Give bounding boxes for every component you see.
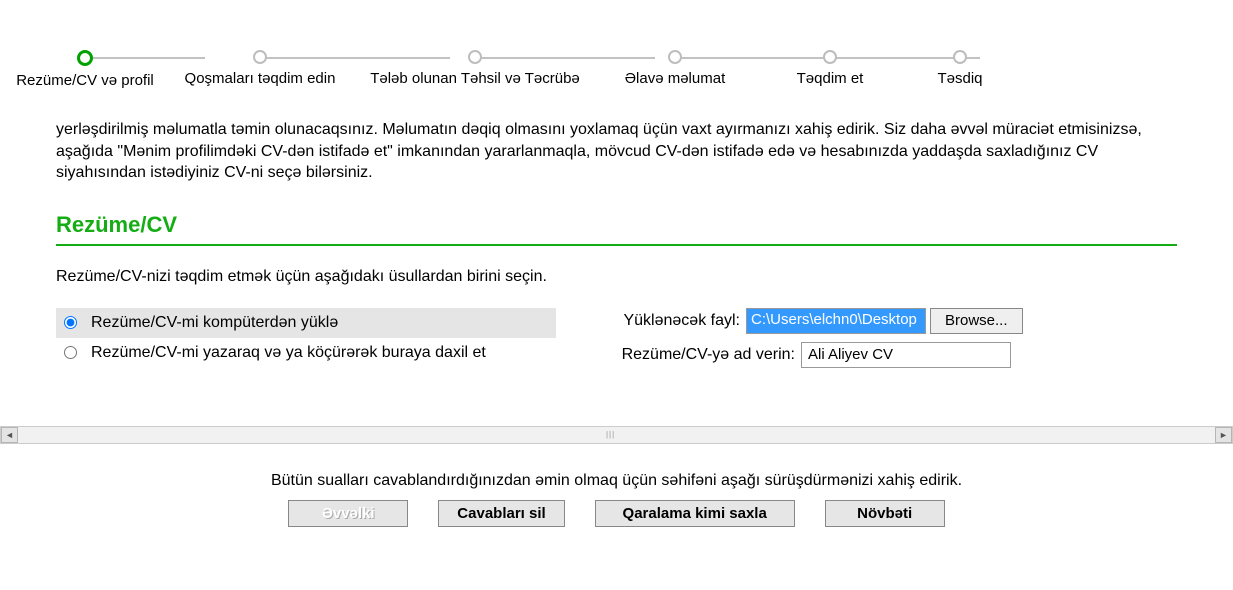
radio-upload-from-computer[interactable]: Rezüme/CV-mi kompüterdən yüklə <box>56 308 556 338</box>
progress-stepper: Rezüme/CV və profil Qoşmaları təqdim edi… <box>0 0 1233 89</box>
step-connector <box>475 57 655 59</box>
section-subtitle: Rezüme/CV-nizi təqdim etmək üçün aşağıda… <box>56 268 1177 286</box>
intro-text: yerləşdirilmiş məlumatla təmin olunacaqs… <box>56 119 1177 184</box>
scroll-left-arrow-icon[interactable]: ◄ <box>1 427 18 443</box>
main-content: yerləşdirilmiş məlumatla təmin olunacaqs… <box>0 89 1233 386</box>
step-label: Tələb olunan Təhsil və Təcrübə <box>370 70 580 87</box>
step-marker-icon <box>468 50 482 64</box>
step-marker-icon <box>953 50 967 64</box>
radio-label: Rezüme/CV-mi yazaraq və ya köçürərək bur… <box>91 344 486 362</box>
prev-button[interactable]: Əvvəlki <box>288 500 408 527</box>
step-connector <box>675 57 835 59</box>
step-attachments[interactable]: Qoşmaları təqdim edin <box>170 50 350 87</box>
step-label: Əlavə məlumat <box>625 70 726 87</box>
browse-button[interactable]: Browse... <box>930 308 1023 334</box>
horizontal-scrollbar[interactable]: ◄ ||| ► <box>0 426 1233 444</box>
clear-button[interactable]: Cavabları sil <box>438 500 564 527</box>
step-marker-icon <box>253 50 267 64</box>
section-title: Rezüme/CV <box>56 212 1177 246</box>
radio-label: Rezüme/CV-mi kompüterdən yüklə <box>91 314 338 332</box>
cv-name-input[interactable] <box>801 342 1011 368</box>
step-connector <box>260 57 450 59</box>
scroll-track[interactable]: ||| <box>18 427 1215 443</box>
cv-name-row: Rezüme/CV-yə ad verin: <box>586 342 1177 368</box>
scroll-thumb[interactable]: ||| <box>581 429 641 441</box>
next-button[interactable]: Növbəti <box>825 500 945 527</box>
file-label: Yüklənəcək fayl: <box>586 312 746 330</box>
step-marker-icon <box>823 50 837 64</box>
scroll-right-arrow-icon[interactable]: ► <box>1215 427 1232 443</box>
step-label: Rezüme/CV və profil <box>16 72 154 89</box>
save-draft-button[interactable]: Qaralama kimi saxla <box>595 500 795 527</box>
radio-input-paste[interactable] <box>64 346 77 359</box>
step-marker-icon <box>77 50 93 66</box>
step-education-experience[interactable]: Tələb olunan Təhsil və Təcrübə <box>350 50 600 87</box>
radio-paste-text[interactable]: Rezüme/CV-mi yazaraq və ya köçürərək bur… <box>56 338 556 368</box>
upload-method-row: Rezüme/CV-mi kompüterdən yüklə Rezüme/CV… <box>56 308 1177 376</box>
step-marker-icon <box>668 50 682 64</box>
radio-input-upload[interactable] <box>64 316 77 329</box>
step-connector <box>85 57 205 59</box>
action-buttons: Əvvəlki Cavabları sil Qaralama kimi saxl… <box>0 500 1233 547</box>
radio-options: Rezüme/CV-mi kompüterdən yüklə Rezüme/CV… <box>56 308 556 376</box>
step-label: Təqdim et <box>797 70 864 87</box>
cv-name-label: Rezüme/CV-yə ad verin: <box>586 346 801 364</box>
step-resume-profile[interactable]: Rezüme/CV və profil <box>0 50 170 89</box>
step-label: Qoşmaları təqdim edin <box>185 70 336 87</box>
step-submit[interactable]: Təqdim et <box>750 50 910 87</box>
file-upload-row: Yüklənəcək fayl: C:\Users\elchn0\Desktop… <box>586 308 1177 334</box>
upload-fields: Yüklənəcək fayl: C:\Users\elchn0\Desktop… <box>586 308 1177 376</box>
footer-note: Bütün sualları cavablandırdığınızdan əmi… <box>0 472 1233 490</box>
step-confirm[interactable]: Təsdiq <box>910 50 1010 87</box>
step-label: Təsdiq <box>937 70 982 87</box>
step-additional-info[interactable]: Əlavə məlumat <box>600 50 750 87</box>
file-path-display[interactable]: C:\Users\elchn0\Desktop <box>746 308 926 334</box>
